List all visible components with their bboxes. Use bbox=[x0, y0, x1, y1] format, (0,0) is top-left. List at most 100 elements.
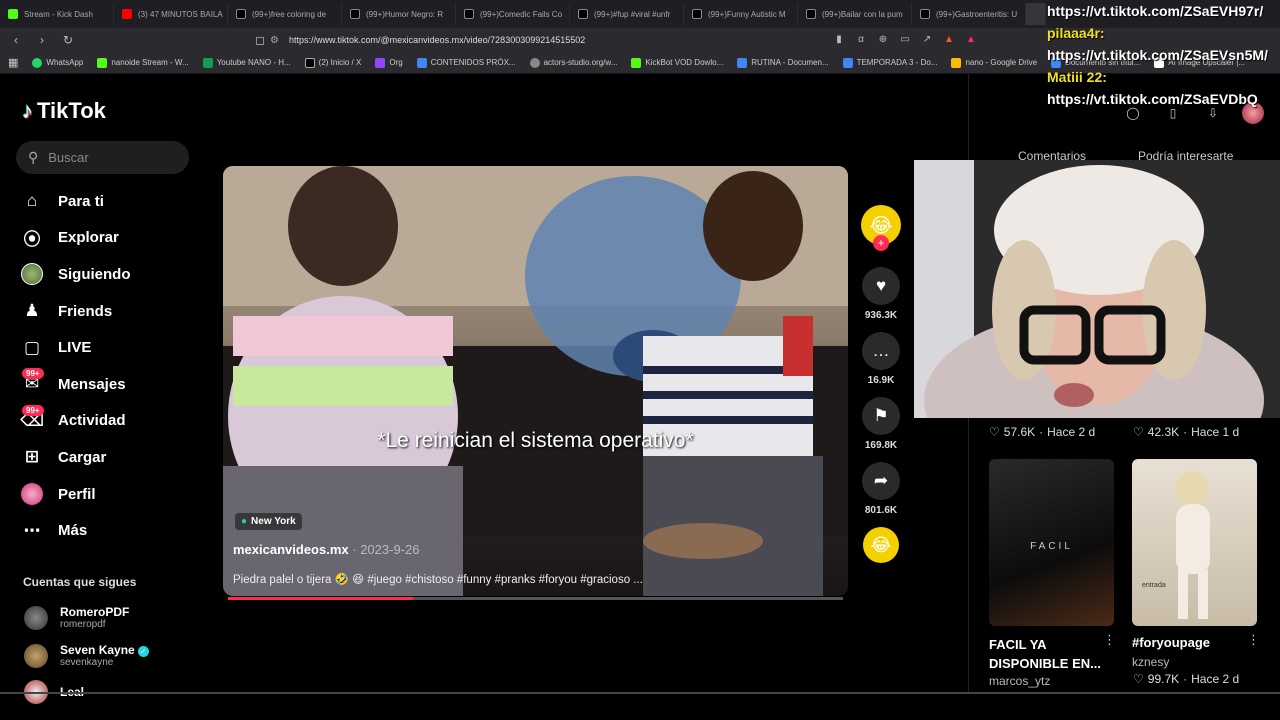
suggested-title[interactable]: #foryoupage bbox=[1132, 635, 1210, 650]
compass-icon: ⦿ bbox=[23, 230, 41, 250]
suggested-user[interactable]: marcos_ytz bbox=[989, 674, 1050, 688]
translate-icon[interactable]: α bbox=[854, 32, 868, 46]
kick-icon bbox=[8, 9, 18, 19]
drive-icon bbox=[951, 57, 962, 68]
heart-outline-icon: ♡ bbox=[1133, 425, 1144, 439]
browser-tab-active[interactable] bbox=[1026, 3, 1046, 25]
bookmark-item[interactable]: Youtube NANO - H... bbox=[202, 57, 291, 68]
browser-tab[interactable]: (99+)Bailar con la pum bbox=[798, 3, 912, 25]
nav-mensajes[interactable]: ✉ 99+ Mensajes bbox=[20, 366, 131, 403]
browser-tab[interactable]: (99+)#fup #viral #unfr bbox=[570, 3, 684, 25]
back-icon[interactable]: ‹ bbox=[6, 30, 26, 50]
suggested-thumbnail[interactable]: FACIL bbox=[989, 459, 1114, 626]
share-icon[interactable]: ↗ bbox=[920, 32, 934, 46]
nav-live[interactable]: ▢ LIVE bbox=[20, 329, 131, 366]
suggested-user[interactable]: kznesy bbox=[1132, 655, 1169, 669]
bookmark-item[interactable]: actors-studio.org/w... bbox=[529, 57, 617, 68]
brave-shield-icon[interactable]: ▲ bbox=[942, 32, 956, 46]
nav-friends[interactable]: ♟ Friends bbox=[20, 293, 131, 330]
nav-para-ti[interactable]: ⌂ Para ti bbox=[20, 183, 131, 220]
nav-explorar[interactable]: ⦿ Explorar bbox=[20, 220, 131, 257]
globe-icon bbox=[529, 57, 540, 68]
tiktok-logo[interactable]: ♪ TikTok bbox=[22, 98, 106, 124]
tiktok-note-icon: ♪ bbox=[22, 98, 33, 123]
apps-icon[interactable]: ▦ bbox=[8, 56, 18, 69]
save-count: 169.8K bbox=[864, 440, 898, 451]
nav-actividad[interactable]: ⌫ 99+ Actividad bbox=[20, 403, 131, 440]
share-arrow-icon: ➦ bbox=[862, 462, 900, 500]
nav-siguiendo[interactable]: Siguiendo bbox=[20, 256, 131, 293]
bookmark-item[interactable]: (2) Inicio / X bbox=[304, 57, 361, 68]
video-progress-fill bbox=[228, 597, 413, 600]
video-author-line: mexicanvideos.mx · 2023-9-26 bbox=[233, 542, 420, 557]
follow-plus-icon[interactable]: + bbox=[873, 235, 889, 251]
suggested-title[interactable]: FACIL YA DISPONIBLE EN... bbox=[989, 635, 1104, 673]
url-field[interactable]: ⚙ https://www.tiktok.com/@mexicanvideos.… bbox=[270, 28, 830, 52]
nav-perfil[interactable]: Perfil bbox=[20, 476, 131, 513]
messages-badge: 99+ bbox=[22, 368, 44, 380]
bookmark-item[interactable]: KickBot VOD Dowlo... bbox=[631, 57, 723, 68]
heart-outline-icon: ♡ bbox=[1133, 672, 1144, 686]
docs-icon bbox=[737, 57, 748, 68]
search-input[interactable]: ⚲ Buscar bbox=[16, 141, 189, 174]
dog-figure bbox=[1176, 471, 1210, 619]
tiktok-icon bbox=[806, 9, 816, 19]
nav-mas[interactable]: ⋯ Más bbox=[20, 512, 131, 549]
creator-avatar-button[interactable]: 😂 + bbox=[860, 205, 902, 251]
bookmark-item[interactable]: TEMPORADA 3 - Do... bbox=[842, 57, 937, 68]
video-caption: *Le reinician el sistema operativo* bbox=[377, 429, 694, 452]
more-options-icon[interactable]: ⋮ bbox=[1247, 632, 1260, 648]
reader-icon[interactable]: ▮ bbox=[832, 32, 846, 46]
sound-disc[interactable]: 😂 bbox=[860, 527, 902, 563]
friends-icon: ♟ bbox=[24, 301, 40, 321]
x-icon bbox=[304, 57, 315, 68]
following-account[interactable]: Seven Kayne ✓ sevenkayne bbox=[24, 643, 149, 668]
chat-message: pilaaa4r: https://vt.tiktok.com/ZSaEVsn5M… bbox=[1047, 25, 1268, 63]
bookmark-item[interactable]: WhatsApp bbox=[32, 57, 83, 68]
avatar bbox=[24, 605, 48, 630]
like-button[interactable]: ♥ 936.3K bbox=[860, 267, 902, 321]
nav-cargar[interactable]: ⊞ Cargar bbox=[20, 439, 131, 476]
video-frame bbox=[223, 166, 848, 596]
video-progress-bar[interactable] bbox=[228, 597, 843, 600]
more-icon: ⋯ bbox=[23, 520, 41, 540]
bookmark-item[interactable]: CONTENIDOS PRÓX... bbox=[416, 57, 516, 68]
more-options-icon[interactable]: ⋮ bbox=[1103, 632, 1116, 648]
heart-outline-icon: ♡ bbox=[989, 425, 1000, 439]
location-tag[interactable]: ● New York bbox=[235, 513, 302, 530]
profile-avatar bbox=[20, 482, 44, 506]
reload-icon[interactable]: ↻ bbox=[58, 30, 78, 50]
bookmark-item[interactable]: Org bbox=[375, 57, 403, 68]
browser-tab[interactable]: (99+)Funny Autistic M bbox=[684, 3, 798, 25]
bookmark-item[interactable]: nano - Google Drive bbox=[951, 57, 1037, 68]
bookmark-item[interactable]: nanoide Stream - W... bbox=[97, 57, 189, 68]
home-icon: ⌂ bbox=[26, 191, 38, 211]
activity-badge: 99+ bbox=[22, 404, 44, 416]
video-player[interactable]: *Le reinician el sistema operativo* ● New… bbox=[223, 166, 848, 596]
comment-count: 16.9K bbox=[867, 375, 895, 386]
following-account[interactable]: RomeroPDF romeropdf bbox=[24, 605, 129, 630]
forward-icon[interactable]: › bbox=[32, 30, 52, 50]
site-info-icon[interactable]: ⚙ bbox=[270, 35, 279, 46]
bookmark-item[interactable]: RUTINA - Documen... bbox=[737, 57, 829, 68]
browser-tab[interactable]: (99+)Gastroenteritis: U bbox=[912, 3, 1026, 25]
thumbnail-text: entrada bbox=[1142, 582, 1166, 589]
rewards-icon[interactable]: ▲ bbox=[964, 32, 978, 46]
browser-tab[interactable]: (99+)Humor Negro: R bbox=[342, 3, 456, 25]
zoom-icon[interactable]: ⊕ bbox=[876, 32, 890, 46]
save-button[interactable]: ⚑ 169.8K bbox=[860, 397, 902, 451]
comment-button[interactable]: … 16.9K bbox=[860, 332, 902, 386]
browser-tab[interactable]: (3) 47 MINUTOS BAILA bbox=[114, 3, 228, 25]
bookmark-icon: ⚑ bbox=[862, 397, 900, 435]
share-button[interactable]: ➦ 801.6K bbox=[860, 462, 902, 516]
browser-tab[interactable]: (99+)free coloring de bbox=[228, 3, 342, 25]
music-disc-icon: 😂 bbox=[863, 527, 899, 563]
screen-icon[interactable]: ▭ bbox=[898, 32, 912, 46]
twitch-icon bbox=[375, 57, 386, 68]
video-author[interactable]: mexicanvideos.mx bbox=[233, 542, 349, 557]
browser-tab[interactable]: Stream - Kick Dash bbox=[0, 3, 114, 25]
suggested-thumbnail[interactable]: entrada bbox=[1132, 459, 1257, 626]
browser-tab[interactable]: (99+)Comedic Fails Co bbox=[456, 3, 570, 25]
bookmark-icon[interactable]: ◻ bbox=[250, 30, 270, 50]
sheets-icon bbox=[202, 57, 213, 68]
